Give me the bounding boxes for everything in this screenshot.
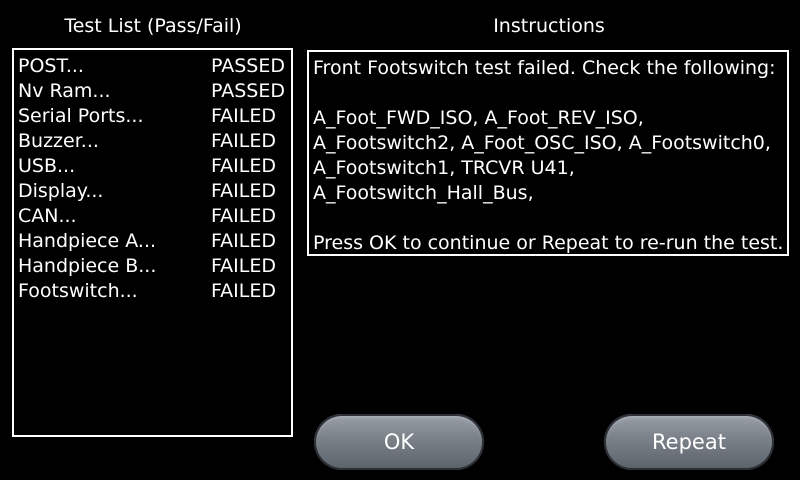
test-name: Serial Ports... [18,105,144,127]
instruction-line: Front Footswitch test failed. Check the … [313,57,776,79]
test-row-handpiece-a: Handpiece A... FAILED [18,229,286,254]
test-status: FAILED [211,105,277,127]
ok-button[interactable]: OK [314,414,484,470]
test-row-display: Display... FAILED [18,179,286,204]
instruction-line: A_Footswitch1, TRCVR U41, [313,157,575,179]
test-row-handpiece-b: Handpiece B... FAILED [18,254,286,279]
test-name: CAN... [18,205,77,227]
instructions-heading: Instructions [493,15,605,37]
test-row-usb: USB... FAILED [18,154,286,179]
test-name: Handpiece B... [18,255,157,277]
test-status: FAILED [211,230,277,252]
instruction-line: A_Footswitch2, A_Foot_OSC_ISO, A_Footswi… [313,132,771,154]
test-status: FAILED [211,180,277,202]
test-status: PASSED [211,55,285,77]
test-row-post: POST... PASSED [18,54,286,79]
test-status: FAILED [211,155,277,177]
instructions-panel: Front Footswitch test failed. Check the … [307,50,789,256]
test-list-panel: POST... PASSED Nv Ram... PASSED Serial P… [12,48,293,437]
test-row-buzzer: Buzzer... FAILED [18,129,286,154]
test-row-nv-ram: Nv Ram... PASSED [18,79,286,104]
test-row-can: CAN... FAILED [18,204,286,229]
test-name: Display... [18,180,104,202]
instruction-line: A_Foot_FWD_ISO, A_Foot_REV_ISO, [313,107,644,129]
test-list-heading: Test List (Pass/Fail) [64,15,242,37]
test-name: Buzzer... [18,130,99,152]
test-name: Handpiece A... [18,230,157,252]
instruction-line: A_Footswitch_Hall_Bus, [313,182,534,204]
test-status: PASSED [211,80,285,102]
instruction-line: Press OK to continue or Repeat to re-run… [313,232,784,254]
test-status: FAILED [211,280,277,302]
test-name: Footswitch... [18,280,138,302]
test-row-serial-ports: Serial Ports... FAILED [18,104,286,129]
test-name: POST... [18,55,84,77]
test-name: Nv Ram... [18,80,111,102]
test-status: FAILED [211,205,277,227]
test-name: USB... [18,155,76,177]
repeat-button[interactable]: Repeat [604,414,774,470]
test-status: FAILED [211,130,277,152]
test-row-footswitch: Footswitch... FAILED [18,279,286,304]
test-status: FAILED [211,255,277,277]
